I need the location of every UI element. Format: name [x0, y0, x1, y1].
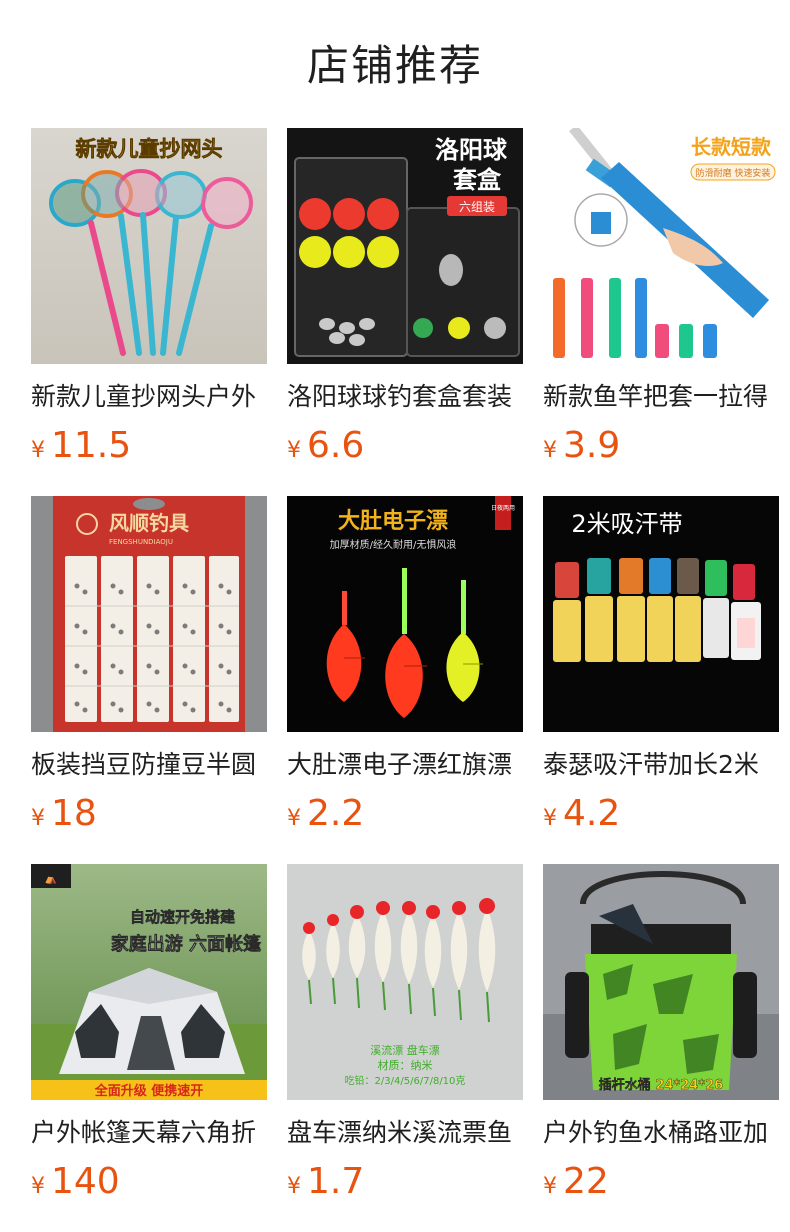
svg-text:插杆水桶 24*24*26: 插杆水桶 24*24*26: [599, 1077, 723, 1093]
price-value: 2.2: [307, 793, 365, 834]
currency-symbol: ¥: [31, 806, 45, 831]
svg-text:加厚材质/经久耐用/无惧风浪: 加厚材质/经久耐用/无惧风浪: [330, 538, 457, 551]
svg-text:洛阳球: 洛阳球: [435, 136, 508, 164]
svg-text:大肚电子漂: 大肚电子漂: [338, 509, 448, 534]
price-value: 140: [51, 1161, 120, 1202]
page-title: 店铺推荐: [306, 41, 483, 90]
price-value: 6.6: [307, 425, 365, 466]
price-value: 1.7: [307, 1161, 365, 1202]
product-image-bead-board[interactable]: 风顺钓具 FENGSHUNDIAOJU: [31, 496, 267, 732]
product-name[interactable]: 泰瑟吸汗带加长2米: [543, 748, 779, 782]
product-card[interactable]: 插杆水桶 24*24*26 户外钓鱼水桶路亚加 ¥22: [543, 864, 779, 1232]
svg-text:套盒: 套盒: [453, 166, 502, 194]
product-card[interactable]: ⛺ 自动速开免搭建 家庭出游 六面帐篷 全面升级 便携速开 户外帐篷天幕六角折 …: [31, 864, 267, 1232]
product-price: ¥2.2: [287, 792, 523, 836]
product-price: ¥22: [543, 1160, 779, 1204]
product-card[interactable]: 长款短款 防滑耐磨 快速安装 新款鱼竿把套一拉得 ¥ 3.9: [543, 128, 779, 496]
currency-symbol: ¥: [543, 1174, 557, 1199]
product-price: ¥4.2: [543, 792, 779, 836]
price-value: 18: [51, 793, 97, 834]
currency-symbol: ¥: [543, 806, 557, 831]
product-grid: 新款儿童抄网头 新款儿童抄网头户外 ¥ 11.5 洛阳球 套盒 六组装 洛阳球球…: [31, 128, 790, 1232]
product-card[interactable]: 2米吸汗带 泰瑟吸汗带加长2米 ¥ 4.2: [543, 496, 779, 864]
svg-text:溪流漂 盘车漂: 溪流漂 盘车漂: [370, 1043, 440, 1057]
product-price: ¥140: [31, 1160, 267, 1204]
svg-text:⛺: ⛺: [45, 874, 57, 885]
product-name[interactable]: 洛阳球球钓套盒套装: [287, 380, 523, 414]
product-name[interactable]: 户外钓鱼水桶路亚加: [543, 1116, 779, 1150]
product-name[interactable]: 板装挡豆防撞豆半圆: [31, 748, 267, 782]
svg-text:日夜两用: 日夜两用: [491, 504, 515, 512]
svg-text:材质：纳米: 材质：纳米: [378, 1058, 433, 1072]
price-value: 22: [563, 1161, 609, 1202]
svg-text:全面升级 便携速开: 全面升级 便携速开: [94, 1083, 204, 1099]
product-card[interactable]: 溪流漂 盘车漂 材质：纳米 吃铅：2/3/4/5/6/7/8/10克 盘车漂纳米…: [287, 864, 523, 1232]
svg-text:2米吸汗带: 2米吸汗带: [571, 510, 682, 538]
currency-symbol: ¥: [287, 1174, 301, 1199]
product-image-electronic-float[interactable]: 大肚电子漂 加厚材质/经久耐用/无惧风浪 日夜两用: [287, 496, 523, 732]
product-name[interactable]: 新款鱼竿把套一拉得: [543, 380, 779, 414]
currency-symbol: ¥: [287, 438, 301, 463]
product-card[interactable]: 风顺钓具 FENGSHUNDIAOJU 板装挡豆防撞豆半圆 ¥ 18: [31, 496, 267, 864]
svg-text:自动速开免搭建: 自动速开免搭建: [130, 908, 236, 926]
product-name[interactable]: 新款儿童抄网头户外: [31, 380, 267, 414]
product-card[interactable]: 大肚电子漂 加厚材质/经久耐用/无惧风浪 日夜两用 大肚漂电子漂红旗漂 ¥ 2.…: [287, 496, 523, 864]
product-name[interactable]: 盘车漂纳米溪流票鱼: [287, 1116, 523, 1150]
product-price: ¥1.7: [287, 1160, 523, 1204]
product-image-tackle-box[interactable]: 洛阳球 套盒 六组装: [287, 128, 523, 364]
product-price: ¥3.9: [543, 424, 779, 468]
shop-recommend-page: 店铺推荐 新款儿童抄网头 新款儿童抄网头户外 ¥ 11.5 洛阳球 套盒 六组装…: [0, 0, 790, 1232]
svg-text:家庭出游 六面帐篷: 家庭出游 六面帐篷: [111, 933, 262, 955]
product-image-stream-float[interactable]: 溪流漂 盘车漂 材质：纳米 吃铅：2/3/4/5/6/7/8/10克: [287, 864, 523, 1100]
price-value: 4.2: [563, 793, 621, 834]
product-card[interactable]: 新款儿童抄网头 新款儿童抄网头户外 ¥ 11.5: [31, 128, 267, 496]
price-value: 3.9: [563, 425, 621, 466]
product-image-landing-net[interactable]: 新款儿童抄网头: [31, 128, 267, 364]
svg-text:新款儿童抄网头: 新款儿童抄网头: [76, 137, 223, 161]
currency-symbol: ¥: [543, 438, 557, 463]
product-name[interactable]: 户外帐篷天幕六角折: [31, 1116, 267, 1150]
currency-symbol: ¥: [31, 1174, 45, 1199]
svg-text:风顺钓具: 风顺钓具: [109, 511, 189, 535]
product-name[interactable]: 大肚漂电子漂红旗漂: [287, 748, 523, 782]
svg-text:长款短款: 长款短款: [691, 135, 772, 159]
product-price: ¥18: [31, 792, 267, 836]
currency-symbol: ¥: [287, 806, 301, 831]
product-image-fishing-bucket[interactable]: 插杆水桶 24*24*26: [543, 864, 779, 1100]
svg-text:FENGSHUNDIAOJU: FENGSHUNDIAOJU: [109, 538, 173, 546]
price-value: 11.5: [51, 425, 132, 466]
product-image-sweat-band[interactable]: 2米吸汗带: [543, 496, 779, 732]
svg-text:防滑耐磨 快速安装: 防滑耐磨 快速安装: [696, 167, 771, 179]
svg-text:六组装: 六组装: [459, 200, 495, 214]
product-image-tent[interactable]: ⛺ 自动速开免搭建 家庭出游 六面帐篷 全面升级 便携速开: [31, 864, 267, 1100]
currency-symbol: ¥: [31, 438, 45, 463]
product-image-rod-grip[interactable]: 长款短款 防滑耐磨 快速安装: [543, 128, 779, 364]
product-price: ¥11.5: [31, 424, 267, 468]
svg-text:吃铅：2/3/4/5/6/7/8/10克: 吃铅：2/3/4/5/6/7/8/10克: [345, 1074, 466, 1087]
product-card[interactable]: 洛阳球 套盒 六组装 洛阳球球钓套盒套装 ¥6.6: [287, 128, 523, 496]
product-price: ¥6.6: [287, 424, 523, 468]
